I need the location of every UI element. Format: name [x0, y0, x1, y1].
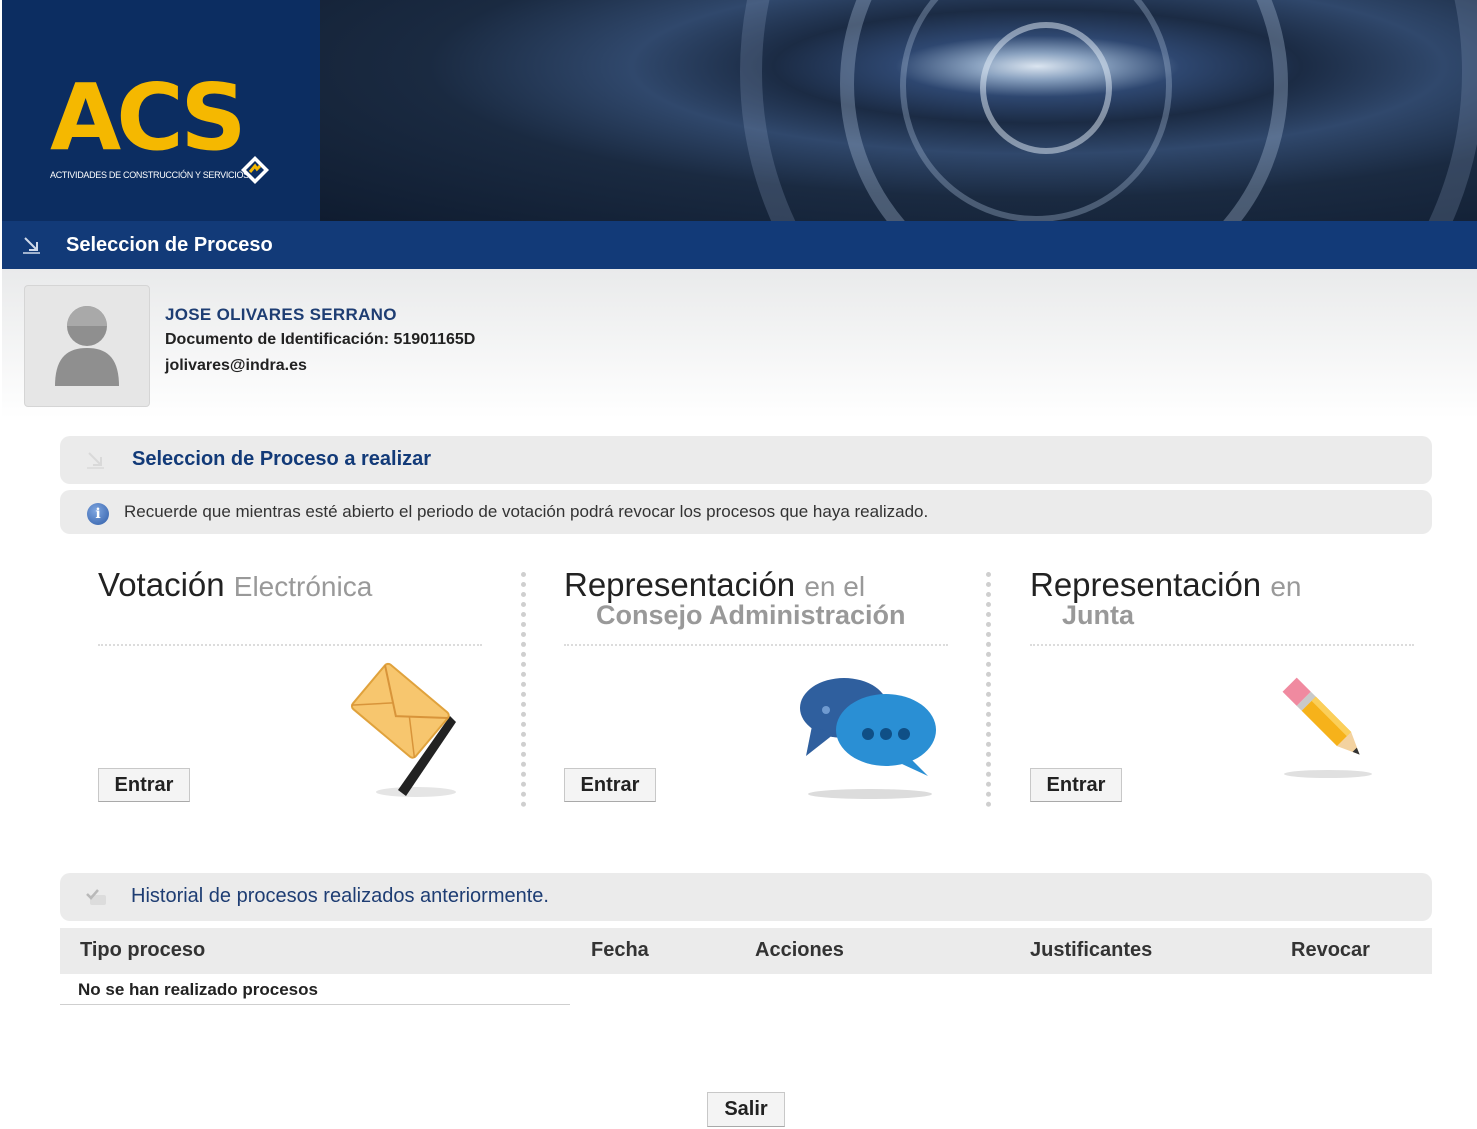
column-divider: [521, 572, 526, 807]
column-divider: [986, 572, 991, 807]
divider: [1030, 644, 1414, 646]
nav-bar: Seleccion de Proceso: [2, 221, 1477, 269]
user-silhouette-icon: [55, 306, 119, 386]
logo-diamond-icon: [241, 156, 269, 184]
column-header-receipts: Justificantes: [1030, 939, 1153, 961]
logo-subtitle: ACTIVIDADES DE CONSTRUCCIÓN Y SERVICIOS: [50, 170, 249, 180]
empty-table-message: No se han realizado procesos: [78, 980, 318, 999]
enter-button-electronic-vote[interactable]: Entrar: [98, 768, 190, 802]
divider: [564, 644, 948, 646]
info-icon: i: [87, 503, 109, 525]
user-info: JOSE OLIVARES SERRANO Documento de Ident…: [2, 269, 1477, 419]
option-electronic-vote: Votación Electrónica Entrar: [98, 560, 498, 810]
process-section-title: Seleccion de Proceso a realizar: [132, 448, 432, 470]
logo-text: ACS: [50, 64, 247, 171]
option-meeting-representation: Representación en Junta Entrar: [1030, 560, 1430, 810]
pencil-icon: [1282, 677, 1372, 778]
checkmark-icon: [86, 889, 106, 905]
user-name: JOSE OLIVARES SERRANO: [165, 305, 397, 324]
option-title: Representación en el: [564, 566, 866, 603]
chat-bubbles-icon: [800, 678, 936, 799]
info-text: Recuerde que mientras esté abierto el pe…: [124, 502, 929, 521]
enter-button-board-representation[interactable]: Entrar: [564, 768, 656, 802]
history-section-header: Historial de procesos realizados anterio…: [60, 873, 1432, 921]
column-header-date: Fecha: [591, 939, 649, 961]
column-header-actions: Acciones: [755, 939, 844, 961]
option-board-representation: Representación en el Consejo Administrac…: [564, 560, 964, 810]
tunnel-photo: [320, 0, 1477, 221]
history-title: Historial de procesos realizados anterio…: [131, 885, 549, 907]
arrow-down-right-icon: [87, 452, 104, 469]
arrow-down-right-icon: [23, 237, 40, 254]
history-table-header: Tipo proceso Fecha Acciones Justificante…: [60, 928, 1432, 974]
exit-button[interactable]: Salir: [707, 1092, 785, 1127]
column-header-type: Tipo proceso: [80, 939, 206, 961]
option-title: Representación en: [1030, 566, 1302, 603]
page-title: Seleccion de Proceso: [66, 234, 273, 256]
user-document: Documento de Identificación: 51901165D: [165, 331, 476, 348]
header-banner: ACS ACTIVIDADES DE CONSTRUCCIÓN Y SERVIC…: [2, 0, 1477, 221]
acs-logo: ACS ACTIVIDADES DE CONSTRUCCIÓN Y SERVIC…: [2, 0, 320, 221]
option-subtitle: Consejo Administración: [596, 600, 906, 630]
enter-button-meeting-representation[interactable]: Entrar: [1030, 768, 1122, 802]
process-section-header: Seleccion de Proceso a realizar: [60, 436, 1432, 484]
option-title: Votación Electrónica: [98, 566, 373, 603]
option-subtitle: Junta: [1062, 600, 1135, 630]
info-message: i Recuerde que mientras esté abierto el …: [60, 490, 1432, 534]
envelope-icon: [350, 662, 456, 797]
avatar: [24, 285, 150, 407]
user-email: jolivares@indra.es: [165, 357, 307, 374]
table-row: No se han realizado procesos: [60, 976, 570, 1005]
column-header-revoke: Revocar: [1291, 939, 1370, 961]
divider: [98, 644, 482, 646]
